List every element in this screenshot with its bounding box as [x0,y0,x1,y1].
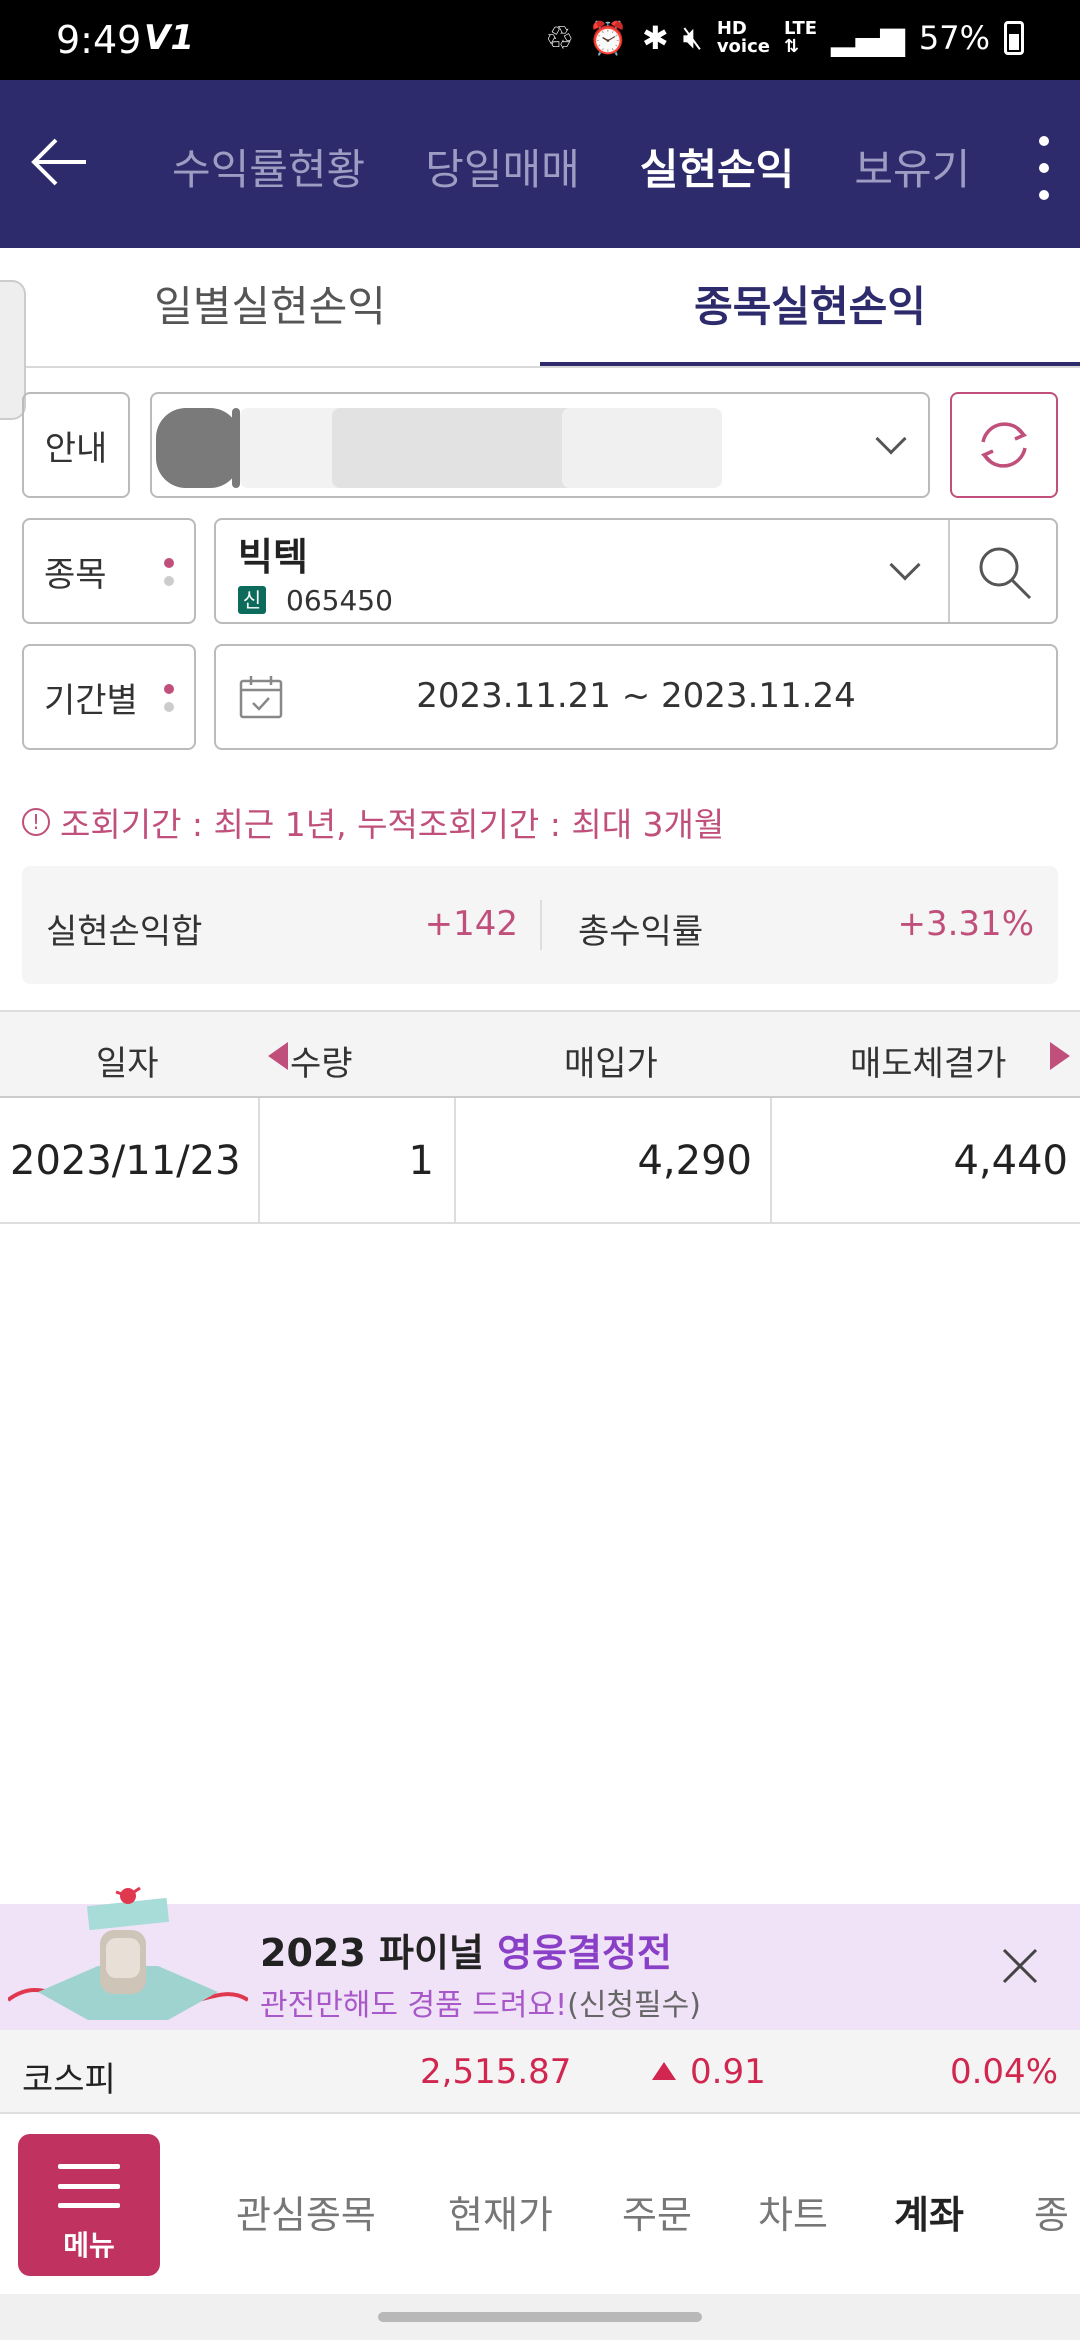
column-header-sell-price: 매도체결가 [850,1044,1007,1084]
chevron-down-icon[interactable] [889,549,921,581]
nav-watchlist[interactable]: 관심종목 [236,2184,376,2239]
menu-label: 메뉴 [63,2229,115,2262]
stock-code: 065450 [286,584,393,617]
column-header-buy-price: 매입가 [564,1044,658,1084]
table-header: 일자 수량 매입가 매도체결가 [0,1010,1080,1098]
tab-daily-trade[interactable]: 당일매매 [425,136,580,197]
period-range: 2023.11.21 ~ 2023.11.24 [416,676,856,716]
bluetooth-icon: ✱ [641,18,669,57]
index-ticker[interactable]: 코스피 2,515.87 0.91 0.04% [0,2030,1080,2114]
up-triangle-icon [652,2062,676,2080]
query-period-notice: ! 조회기간 : 최근 1년, 누적조회기간 : 최대 3개월 [22,798,724,846]
bottom-nav: 메뉴 관심종목 현재가 주문 차트 계좌 종 [0,2114,1080,2294]
index-change-rate: 0.04% [949,2052,1058,2092]
banner-title-highlight: 영웅결정전 [497,1931,672,1975]
status-time: 9:49 [56,18,142,62]
alarm-icon: ⏰ [587,18,628,57]
dots-icon [164,558,174,586]
period-select[interactable]: 2023.11.21 ~ 2023.11.24 [214,644,1058,750]
nav-current-price[interactable]: 현재가 [448,2184,553,2239]
stock-label-text: 종목 [44,554,107,595]
tab-return-status[interactable]: 수익률현황 [172,136,365,197]
top-nav: 수익률현황 당일매매 실현손익 보유기 [0,80,1080,248]
scroll-right-icon[interactable] [1050,1042,1070,1070]
cell-date: 2023/11/23 [10,1138,241,1184]
scroll-left-icon[interactable] [268,1042,288,1070]
stock-label: 종목 [22,518,196,624]
banner-subtitle-text: 관전만해도 경품 드려요! [260,1988,568,2023]
notice-text: 조회기간 : 최근 1년, 누적조회기간 : 최대 3개월 [60,805,725,844]
index-value: 2,515.87 [420,2052,572,2092]
table-row[interactable]: 2023/11/23 1 4,290 4,440 [0,1098,1080,1224]
stock-name: 빅텍 [238,535,308,579]
total-return-value: +3.31% [897,904,1035,944]
recycle-icon: ♲ [545,18,574,57]
cell-sell-price: 4,440 [953,1138,1068,1184]
lte-icon: LTE ⇅ [783,17,818,57]
stock-select[interactable]: 빅텍 신 065450 [214,518,1058,624]
sub-tabs: 일별실현손익 종목실현손익 [0,248,1080,368]
hamburger-icon [58,2164,120,2208]
period-label-text: 기간별 [44,680,138,721]
nav-more-partial[interactable]: 종 [1034,2184,1069,2239]
divider [770,1098,772,1222]
nav-chart[interactable]: 차트 [758,2184,828,2239]
banner-title: 2023 파이널 영웅결정전 [260,1922,672,1977]
more-menu-icon[interactable] [1034,136,1054,200]
mute-icon: 🔇︎ [682,18,703,56]
realized-pnl-value: +142 [424,904,518,944]
refresh-button[interactable] [950,392,1058,498]
period-label: 기간별 [22,644,196,750]
battery-text: 57% [918,18,990,57]
account-select[interactable] [150,392,930,498]
close-icon[interactable] [1000,1946,1040,1986]
tab-realized-pnl[interactable]: 실현손익 [640,136,795,197]
carrier-icon: V1 [144,18,194,58]
back-arrow-icon[interactable] [28,130,92,194]
masked-account-part [232,408,240,488]
info-icon: ! [22,808,50,836]
promo-banner[interactable]: 2023 파이널 영웅결정전 관전만해도 경품 드려요!(신청필수) [0,1886,1080,2030]
index-change: 0.91 [690,2052,766,2092]
dots-icon [164,684,174,712]
realized-pnl-label: 실현손익합 [46,912,203,952]
hd-voice-icon: HD voice [716,17,770,57]
status-icons: ♲ ⏰ ✱ 🔇︎ HD voice LTE ⇅ ▂▄▆ 57% [545,18,1024,57]
refresh-icon [980,422,1028,468]
total-return-label: 총수익률 [578,912,704,952]
banner-subtitle-note: (신청필수) [567,1988,701,2023]
search-icon[interactable] [974,542,1034,602]
signal-icon: ▂▄▆ [831,18,905,57]
masked-account-part [562,408,722,488]
nav-account[interactable]: 계좌 [894,2184,964,2239]
tab-daily-realized-pnl[interactable]: 일별실현손익 [0,248,540,366]
column-header-date: 일자 [96,1044,159,1084]
account-info-button[interactable]: 안내 [22,392,130,498]
divider [454,1098,456,1222]
tab-stock-realized-pnl[interactable]: 종목실현손익 [540,248,1080,366]
divider [540,900,542,950]
divider [258,1098,260,1222]
status-bar: 9:49 V1 ♲ ⏰ ✱ 🔇︎ HD voice LTE ⇅ ▂▄▆ 57% [0,0,1080,80]
pnl-summary: 실현손익합 +142 총수익률 +3.31% [22,866,1058,984]
gift-box-massage-chair-image [8,1886,248,2020]
cell-buy-price: 4,290 [637,1138,752,1184]
cell-qty: 1 [408,1138,434,1184]
battery-icon [1004,20,1024,55]
column-header-qty: 수량 [290,1044,353,1084]
masked-account-part [156,408,240,488]
nav-order[interactable]: 주문 [622,2184,692,2239]
gesture-bar-area [0,2294,1080,2340]
index-name: 코스피 [22,2060,116,2100]
home-indicator[interactable] [378,2312,702,2322]
tab-holding[interactable]: 보유기 [854,136,970,197]
divider [948,520,950,622]
menu-button[interactable]: 메뉴 [18,2134,160,2276]
banner-subtitle: 관전만해도 경품 드려요!(신청필수) [260,1980,701,2024]
banner-title-text: 2023 파이널 [260,1931,498,1975]
chevron-down-icon [875,423,907,455]
nav-tabs: 수익률현황 당일매매 실현손익 보유기 [172,136,970,197]
market-badge: 신 [238,586,266,614]
